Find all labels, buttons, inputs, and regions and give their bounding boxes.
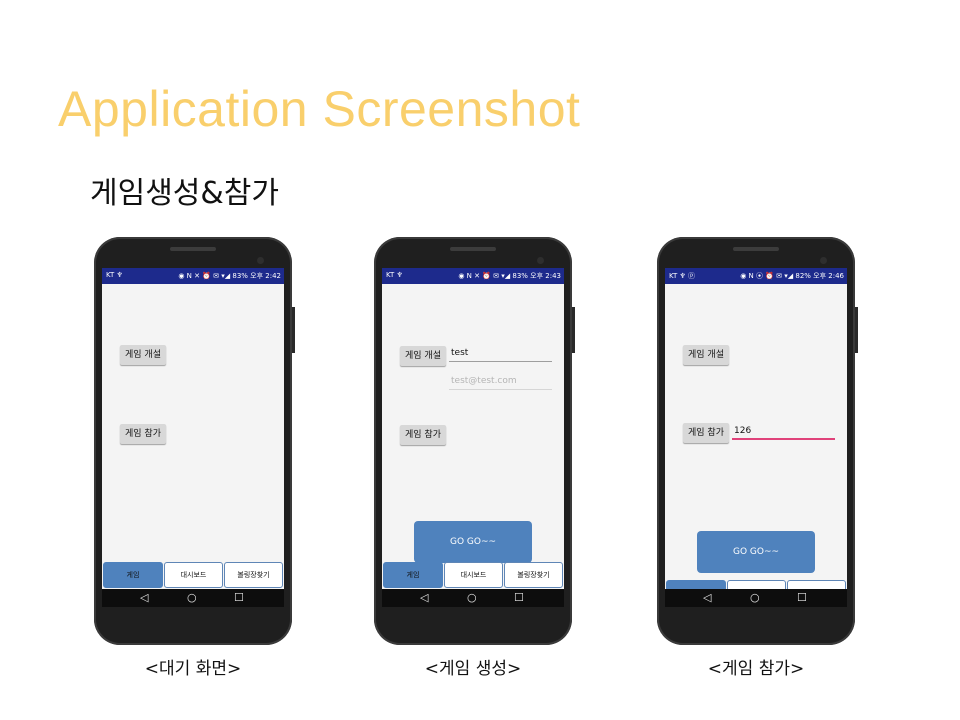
- phone-create-game: KT ♆ ◉ N ✕ ⏰ ✉ ▾◢ 83% 오후 2:43 게임 개설 test…: [374, 237, 575, 645]
- earpiece-speaker: [170, 247, 216, 251]
- tab-dashboard[interactable]: 대시보드: [444, 562, 503, 588]
- recents-icon[interactable]: ☐: [234, 591, 244, 605]
- create-game-button[interactable]: 게임 개설: [400, 346, 446, 366]
- tab-bowling-finder[interactable]: 볼링장찾기: [504, 562, 563, 588]
- tab-game[interactable]: 게임: [103, 562, 163, 588]
- caption-join-game: <게임 참가>: [707, 659, 805, 679]
- power-button: [572, 307, 575, 353]
- create-game-button[interactable]: 게임 개설: [683, 345, 729, 365]
- power-button: [855, 307, 858, 353]
- create-game-button[interactable]: 게임 개설: [120, 345, 166, 365]
- back-icon[interactable]: ◁: [140, 591, 148, 605]
- tab-dashboard[interactable]: 대시보드: [164, 562, 223, 588]
- carrier-label: KT ♆: [386, 271, 403, 279]
- game-name-input[interactable]: test: [449, 348, 552, 362]
- status-icons: ◉ N ✕ ⏰ ✉ ▾◢ 83% 오후 2:42: [178, 272, 281, 280]
- bottom-navigation: 게임 대시보드 볼링장찾기: [102, 562, 284, 589]
- tab-game[interactable]: 게임: [383, 562, 443, 588]
- front-camera: [537, 257, 544, 264]
- status-icons: ◉ N ✕ ⏰ ✉ ▾◢ 83% 오후 2:43: [458, 272, 561, 280]
- tab-bowling-finder[interactable]: 볼링장찾기: [224, 562, 283, 588]
- bottom-navigation: 게임 대시보드 볼링장찾기: [382, 562, 564, 589]
- system-navigation-bar: ◁ ○ ☐: [665, 589, 847, 607]
- system-navigation-bar: ◁ ○ ☐: [382, 589, 564, 607]
- game-code-value: 126: [734, 426, 752, 436]
- go-button[interactable]: GO GO~~: [414, 521, 532, 563]
- join-game-button[interactable]: 게임 참가: [400, 425, 446, 445]
- status-bar: KT ♆ ◉ N ✕ ⏰ ✉ ▾◢ 83% 오후 2:43: [382, 268, 564, 284]
- front-camera: [820, 257, 827, 264]
- status-icons: ◉ N ⦿ ⏰ ✉ ▾◢ 82% 오후 2:46: [740, 272, 844, 280]
- carrier-label: KT ♆ ⓟ: [669, 272, 696, 280]
- back-icon[interactable]: ◁: [703, 591, 711, 605]
- carrier-label: KT ♆: [106, 271, 123, 279]
- screen: KT ♆ ◉ N ✕ ⏰ ✉ ▾◢ 83% 오후 2:43 게임 개설 test…: [382, 268, 564, 607]
- phone-join-game: KT ♆ ⓟ ◉ N ⦿ ⏰ ✉ ▾◢ 82% 오후 2:46 게임 개설 게임…: [657, 237, 858, 645]
- status-bar: KT ♆ ⓟ ◉ N ⦿ ⏰ ✉ ▾◢ 82% 오후 2:46: [665, 268, 847, 284]
- game-name-value: test: [451, 348, 469, 358]
- phone-waiting-screen: KT ♆ ◉ N ✕ ⏰ ✉ ▾◢ 83% 오후 2:42 게임 개설 게임 참…: [94, 237, 295, 645]
- home-icon[interactable]: ○: [467, 591, 477, 605]
- earpiece-speaker: [733, 247, 779, 251]
- home-icon[interactable]: ○: [750, 591, 760, 605]
- earpiece-speaker: [450, 247, 496, 251]
- recents-icon[interactable]: ☐: [797, 591, 807, 605]
- input-underline: [732, 438, 835, 440]
- caption-waiting-screen: <대기 화면>: [144, 659, 242, 679]
- input-underline: [449, 361, 552, 362]
- go-button[interactable]: GO GO~~: [697, 531, 815, 573]
- slide-title: Application Screenshot: [58, 81, 581, 137]
- join-game-button[interactable]: 게임 참가: [120, 424, 166, 444]
- power-button: [292, 307, 295, 353]
- status-bar: KT ♆ ◉ N ✕ ⏰ ✉ ▾◢ 83% 오후 2:42: [102, 268, 284, 284]
- caption-create-game: <게임 생성>: [424, 659, 522, 679]
- email-placeholder: test@test.com: [451, 376, 517, 386]
- input-underline: [449, 389, 552, 390]
- front-camera: [257, 257, 264, 264]
- slide-subtitle: 게임생성&참가: [90, 176, 279, 211]
- join-game-button[interactable]: 게임 참가: [683, 423, 729, 443]
- back-icon[interactable]: ◁: [420, 591, 428, 605]
- home-icon[interactable]: ○: [187, 591, 197, 605]
- email-input[interactable]: test@test.com: [449, 376, 552, 390]
- game-code-input[interactable]: 126: [732, 426, 835, 440]
- screen: KT ♆ ⓟ ◉ N ⦿ ⏰ ✉ ▾◢ 82% 오후 2:46 게임 개설 게임…: [665, 268, 847, 607]
- screen: KT ♆ ◉ N ✕ ⏰ ✉ ▾◢ 83% 오후 2:42 게임 개설 게임 참…: [102, 268, 284, 607]
- recents-icon[interactable]: ☐: [514, 591, 524, 605]
- system-navigation-bar: ◁ ○ ☐: [102, 589, 284, 607]
